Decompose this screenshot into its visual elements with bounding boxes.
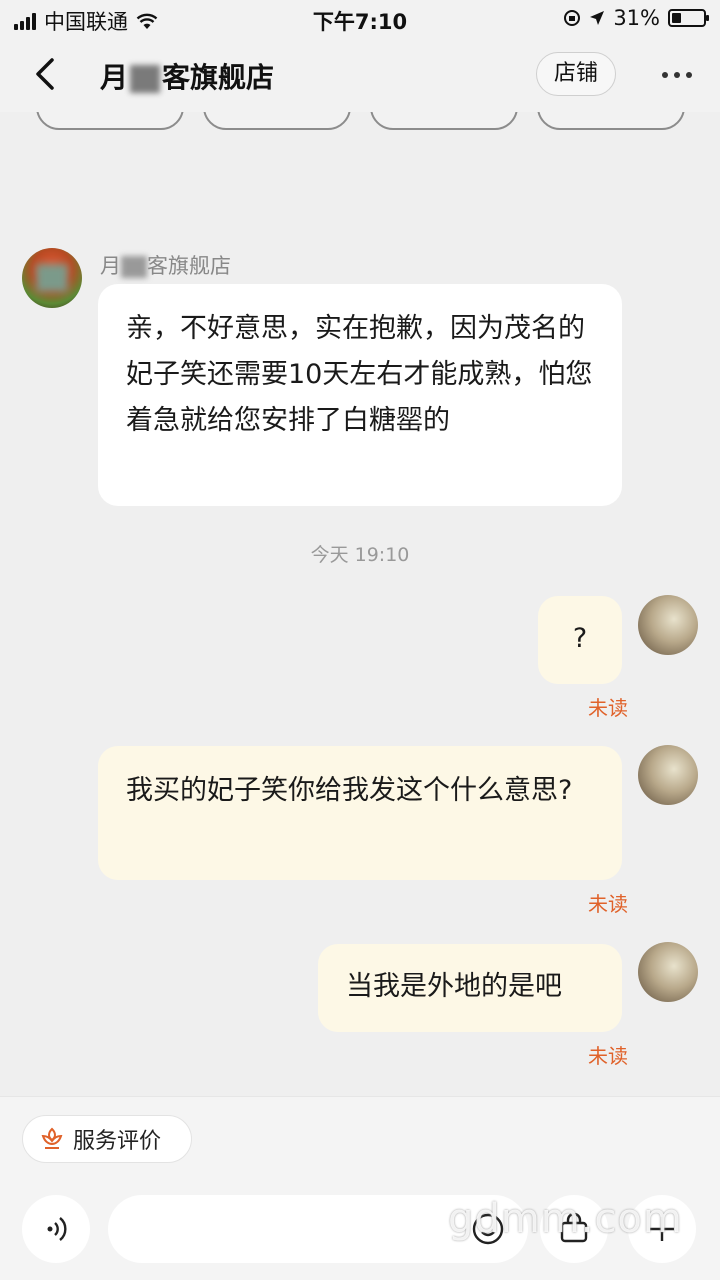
unread-status: 未读: [588, 696, 628, 720]
flower-icon: [41, 1127, 63, 1149]
battery-icon: [668, 9, 709, 27]
composer-area: 服务评价: [0, 1096, 720, 1280]
more-options-icon[interactable]: [662, 72, 692, 78]
sender-name-end: 客旗舰店: [147, 254, 231, 278]
my-message-bubble: 我买的妃子笑你给我发这个什么意思?: [98, 746, 622, 880]
location-arrow-icon: [590, 11, 605, 25]
back-arrow-icon[interactable]: [28, 54, 64, 94]
user-avatar[interactable]: [638, 942, 698, 1002]
voice-button[interactable]: [22, 1195, 90, 1263]
service-rating-button[interactable]: 服务评价: [22, 1115, 192, 1163]
seller-message-bubble: 亲，不好意思，实在抱歉，因为茂名的妃子笑还需要10天左右才能成熟，怕您着急就给您…: [98, 284, 622, 506]
quick-chips-row: [0, 112, 720, 132]
my-message-bubble: ?: [538, 596, 622, 684]
page-title: 月客旗舰店: [100, 56, 274, 96]
battery-percent: 31%: [613, 6, 660, 30]
user-avatar[interactable]: [638, 745, 698, 805]
quick-chip[interactable]: [36, 112, 184, 130]
redacted-mark: [130, 65, 161, 93]
status-bar: 中国联通 下午7:10 31%: [0, 0, 720, 36]
shop-button[interactable]: 店铺: [536, 52, 616, 96]
title-start: 月: [100, 61, 129, 94]
rotation-lock-icon: [564, 10, 581, 26]
user-avatar[interactable]: [638, 595, 698, 655]
nav-bar: 月客旗舰店 店铺: [0, 36, 720, 112]
quick-chip[interactable]: [537, 112, 685, 130]
message-timestamp: 今天 19:10: [310, 544, 410, 566]
shop-avatar[interactable]: [22, 248, 82, 308]
title-end: 客旗舰店: [162, 61, 275, 94]
service-rating-label: 服务评价: [73, 1129, 162, 1154]
sender-name: 月 客旗舰店: [100, 250, 231, 280]
quick-chip[interactable]: [203, 112, 351, 130]
voice-icon: [47, 1217, 67, 1241]
sender-name-start: 月: [100, 254, 121, 278]
my-message-bubble: 当我是外地的是吧: [318, 944, 622, 1032]
unread-status: 未读: [588, 1044, 628, 1068]
unread-status: 未读: [588, 892, 628, 916]
quick-chip[interactable]: [370, 112, 518, 130]
watermark: gdmm.com: [448, 1196, 683, 1242]
redacted-mark: [121, 256, 147, 278]
